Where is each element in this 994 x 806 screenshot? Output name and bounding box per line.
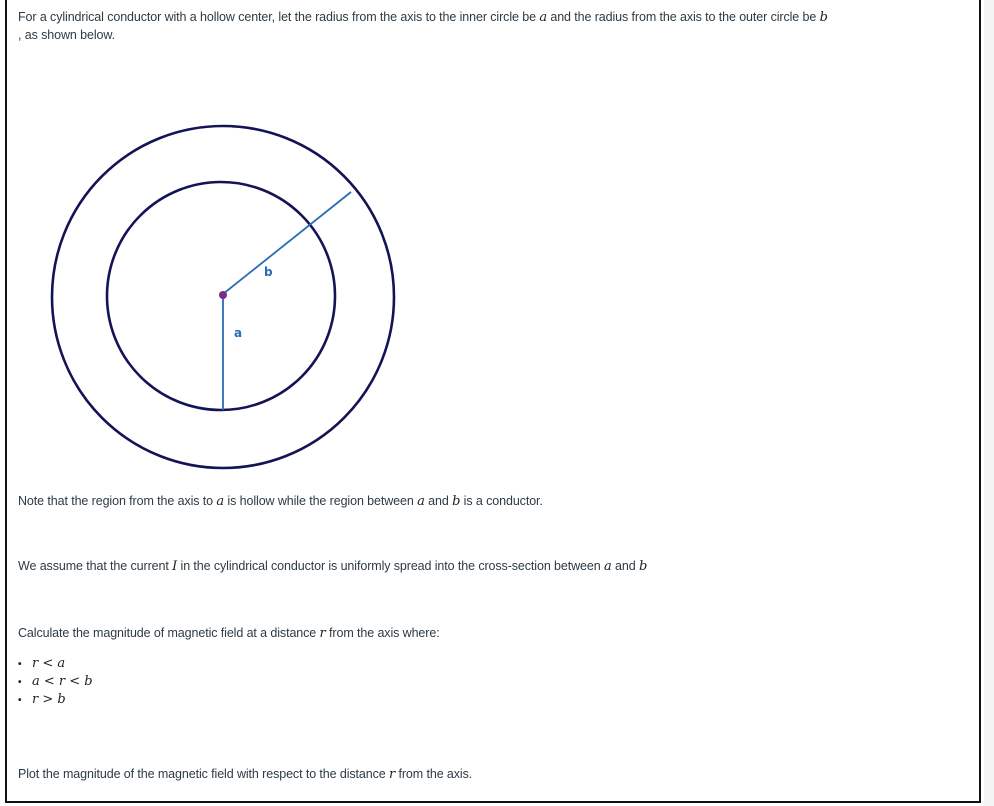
bullet-icon: • [18, 695, 22, 706]
note-text-part: is hollow while the region between [224, 494, 418, 508]
condition-expression: r < a [32, 656, 66, 671]
plot-text-part: from the axis. [395, 767, 473, 781]
math-var-a: a [603, 559, 612, 574]
note-text-part: and [424, 494, 453, 508]
math-var-a: a [216, 494, 225, 509]
assumption-text-part: in the cylindrical conductor is uniforml… [177, 559, 604, 573]
condition-item: • r < a [18, 654, 93, 672]
calculation-prompt: Calculate the magnitude of magnetic fiel… [18, 624, 440, 643]
condition-item: • a < r < b [18, 672, 93, 690]
condition-expression: r > b [32, 692, 66, 707]
assumption-text: We assume that the current I in the cyli… [18, 557, 647, 576]
note-text-part: Note that the region from the axis to [18, 494, 217, 508]
assumption-text-part: and [611, 559, 639, 573]
radius-b-line [222, 191, 352, 295]
radius-b-label: b [264, 265, 273, 279]
note-text: Note that the region from the axis to a … [18, 492, 543, 511]
assumption-text-part: We assume that the current [18, 559, 173, 573]
math-var-a: a [417, 494, 425, 509]
condition-item: • r > b [18, 690, 93, 708]
radius-a-label: a [234, 326, 242, 340]
math-var-b: b [638, 559, 648, 574]
condition-expression: a < r < b [32, 674, 93, 689]
calc-text-part: Calculate the magnitude of magnetic fiel… [18, 626, 320, 640]
condition-list: • r < a • a < r < b • r > b [18, 654, 93, 708]
plot-prompt: Plot the magnitude of the magnetic field… [18, 765, 472, 784]
note-text-part: is a conductor. [460, 494, 543, 508]
cylinder-cross-section-diagram: a b [50, 124, 396, 470]
calc-text-part: from the axis where: [325, 626, 440, 640]
plot-text-part: Plot the magnitude of the magnetic field… [18, 767, 389, 781]
axis-center-dot [219, 291, 227, 299]
